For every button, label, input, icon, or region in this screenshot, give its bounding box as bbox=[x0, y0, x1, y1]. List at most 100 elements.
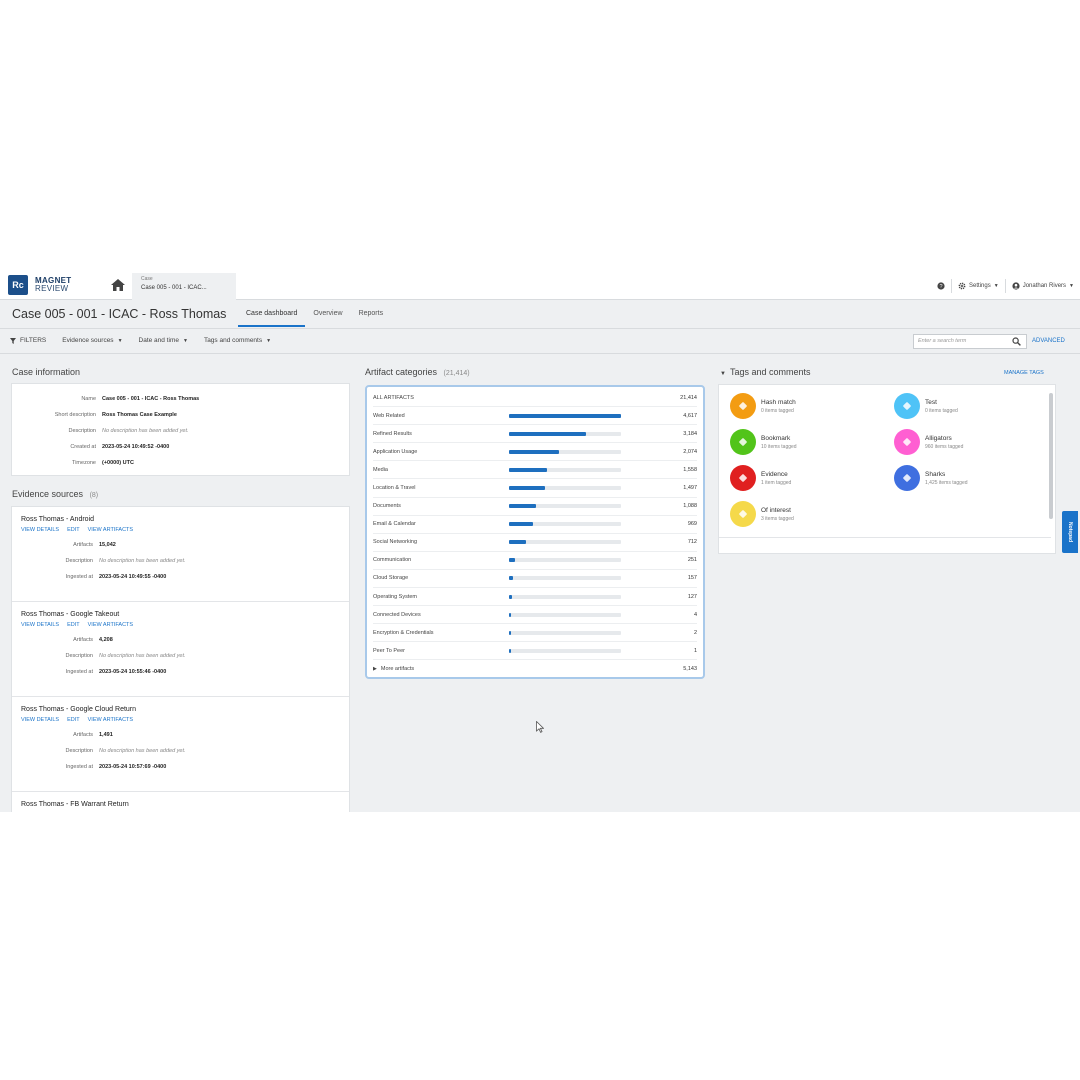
category-count: 21,414 bbox=[680, 394, 697, 401]
view-details-link[interactable]: VIEW DETAILS bbox=[21, 717, 59, 723]
tab-reports[interactable]: Reports bbox=[351, 300, 392, 328]
tag-of-interest[interactable]: Of interest 3 items tagged bbox=[730, 501, 794, 527]
category-row[interactable]: Location & Travel 1,497 bbox=[373, 479, 697, 498]
chevron-down-icon: ▼ bbox=[720, 371, 726, 377]
help-icon[interactable]: ? bbox=[937, 282, 945, 290]
filters-label: FILTERS bbox=[20, 337, 47, 344]
evidence-item: Ross Thomas - Google Takeout VIEW DETAIL… bbox=[12, 602, 349, 697]
tag-icon bbox=[894, 465, 920, 491]
category-bar-fill bbox=[509, 522, 533, 527]
category-row[interactable]: Encryption & Credentials 2 bbox=[373, 624, 697, 643]
category-row[interactable]: Refined Results 3,184 bbox=[373, 425, 697, 444]
row-key: Name bbox=[81, 396, 96, 402]
tags-card: Hash match 0 items tagged Test 0 items tag… bbox=[718, 384, 1056, 554]
category-row[interactable]: Media 1,558 bbox=[373, 461, 697, 480]
row-value: No description has been added yet. bbox=[99, 558, 186, 564]
tag-alligators[interactable]: Alligators 960 items tagged bbox=[894, 429, 963, 455]
evidence-item: Ross Thomas - FB Warrant Return bbox=[12, 792, 349, 812]
view-artifacts-link[interactable]: VIEW ARTIFACTS bbox=[88, 622, 133, 628]
row-key: Artifacts bbox=[73, 542, 93, 548]
case-tab[interactable]: Case Case 005 - 001 - ICAC... bbox=[132, 273, 236, 300]
category-row[interactable]: Connected Devices 4 bbox=[373, 606, 697, 625]
category-count: 4,617 bbox=[683, 412, 697, 419]
category-name: Connected Devices bbox=[373, 611, 421, 618]
app-window: Rc MAGNET REVIEW Case Case 005 - 001 - I… bbox=[0, 270, 1080, 812]
category-count: 2 bbox=[693, 629, 697, 636]
gear-icon bbox=[958, 282, 966, 290]
tag-hash-match[interactable]: Hash match 0 items tagged bbox=[730, 393, 796, 419]
more-artifacts-row[interactable]: ▶ More artifacts 5,143 bbox=[373, 660, 697, 678]
category-row[interactable]: Cloud Storage 157 bbox=[373, 570, 697, 589]
view-artifacts-link[interactable]: VIEW ARTIFACTS bbox=[88, 527, 133, 533]
category-bar-fill bbox=[509, 630, 511, 635]
search-icon[interactable] bbox=[1012, 337, 1021, 346]
category-row[interactable]: Application Usage 2,074 bbox=[373, 443, 697, 462]
tag-sharks[interactable]: Sharks 1,425 items tagged bbox=[894, 465, 968, 491]
edit-link[interactable]: EDIT bbox=[67, 527, 80, 533]
category-bar bbox=[509, 413, 621, 418]
evidence-heading: Evidence sources (8) bbox=[12, 489, 98, 499]
row-key: Created at bbox=[70, 444, 96, 450]
advanced-search-link[interactable]: ADVANCED bbox=[1032, 338, 1065, 344]
all-artifacts-row[interactable]: ALL ARTIFACTS 21,414 bbox=[373, 389, 697, 408]
tags-heading[interactable]: ▼ Tags and comments bbox=[720, 367, 811, 377]
category-row[interactable]: Documents 1,088 bbox=[373, 498, 697, 516]
view-artifacts-link[interactable]: VIEW ARTIFACTS bbox=[88, 717, 133, 723]
tab-overview[interactable]: Overview bbox=[305, 300, 350, 328]
category-count: 1 bbox=[693, 647, 697, 654]
artifact-heading-label: Artifact categories bbox=[365, 367, 438, 377]
category-name: Social Networking bbox=[373, 539, 418, 546]
row-value: (+0000) UTC bbox=[102, 460, 134, 466]
tag-evidence[interactable]: Evidence 1 item tagged bbox=[730, 465, 791, 491]
app-logo[interactable]: Rc bbox=[8, 275, 28, 295]
tab-case-dashboard[interactable]: Case dashboard bbox=[238, 300, 306, 328]
category-name: ALL ARTIFACTS bbox=[373, 394, 414, 401]
category-bar bbox=[509, 504, 621, 509]
tag-count: 0 items tagged bbox=[761, 407, 794, 414]
home-icon[interactable] bbox=[110, 278, 126, 292]
tag-bookmark[interactable]: Bookmark 10 items tagged bbox=[730, 429, 797, 455]
view-details-link[interactable]: VIEW DETAILS bbox=[21, 527, 59, 533]
topbar-right: ? Settings ▼ Jonathan Rivers ▼ bbox=[937, 279, 1074, 293]
category-name: Cloud Storage bbox=[373, 575, 409, 582]
filters-toggle[interactable]: FILTERS bbox=[10, 337, 46, 344]
category-count: 1,558 bbox=[683, 466, 697, 473]
row-key: Timezone bbox=[72, 460, 96, 466]
category-row[interactable]: Web Related 4,617 bbox=[373, 407, 697, 426]
user-menu[interactable]: Jonathan Rivers ▼ bbox=[1012, 282, 1074, 290]
evidence-links: VIEW DETAILS EDIT VIEW ARTIFACTS bbox=[21, 527, 340, 533]
row-key: Ingested at bbox=[65, 764, 93, 770]
category-bar-fill bbox=[509, 612, 511, 617]
settings-menu[interactable]: Settings ▼ bbox=[958, 282, 999, 290]
manage-tags-link[interactable]: MANAGE TAGS bbox=[1004, 370, 1044, 376]
filter-evidence-sources[interactable]: Evidence sources ▼ bbox=[62, 337, 122, 344]
category-row[interactable]: Peer To Peer 1 bbox=[373, 642, 697, 661]
category-bar-fill bbox=[509, 504, 536, 509]
category-bar bbox=[509, 449, 621, 454]
category-count: 2,074 bbox=[683, 448, 697, 455]
edit-link[interactable]: EDIT bbox=[67, 622, 80, 628]
category-count: 127 bbox=[687, 593, 697, 600]
search-input[interactable]: Enter a search term bbox=[913, 334, 1027, 349]
more-artifacts-count: 5,143 bbox=[683, 666, 697, 673]
category-row[interactable]: Email & Calendar 969 bbox=[373, 516, 697, 534]
category-row[interactable]: Communication 251 bbox=[373, 552, 697, 570]
edit-link[interactable]: EDIT bbox=[67, 717, 80, 723]
view-details-link[interactable]: VIEW DETAILS bbox=[21, 622, 59, 628]
tag-test[interactable]: Test 0 items tagged bbox=[894, 393, 958, 419]
category-bar-fill bbox=[509, 431, 586, 436]
category-count: 157 bbox=[687, 575, 697, 582]
category-count: 712 bbox=[687, 539, 697, 546]
notepad-side-tab[interactable]: Notepad bbox=[1062, 511, 1078, 553]
category-name: Communication bbox=[373, 557, 412, 564]
tag-icon bbox=[730, 429, 756, 455]
category-row[interactable]: Social Networking 712 bbox=[373, 534, 697, 552]
filter-date-time[interactable]: Date and time ▼ bbox=[139, 337, 188, 344]
tag-count: 0 items tagged bbox=[925, 407, 958, 414]
tags-scrollbar[interactable] bbox=[1049, 393, 1053, 519]
category-row[interactable]: Operating System 127 bbox=[373, 588, 697, 607]
row-key: Description bbox=[65, 558, 93, 564]
case-info-card: Name Case 005 - 001 - ICAC - Ross Thomas … bbox=[11, 383, 350, 476]
tag-count: 960 items tagged bbox=[925, 443, 964, 450]
filter-tags-comments[interactable]: Tags and comments ▼ bbox=[204, 337, 271, 344]
